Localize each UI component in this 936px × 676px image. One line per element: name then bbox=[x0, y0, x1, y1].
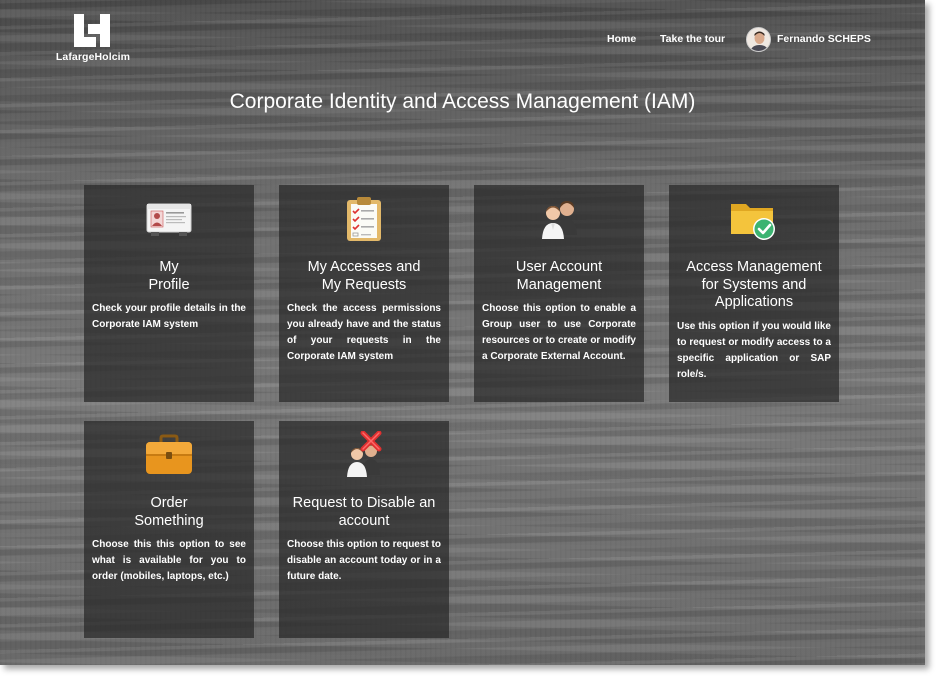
tile-description: Check the access permissions you already… bbox=[287, 303, 441, 362]
tile-description: Use this option if you would like to req… bbox=[677, 321, 831, 380]
tile-my-accesses[interactable]: My Accesses and My Requests Check the ac… bbox=[279, 185, 449, 402]
tile-access-management[interactable]: Access Management for Systems and Applic… bbox=[669, 185, 839, 402]
app-window: LafargeHolcim Home Take the tour Fernand… bbox=[0, 0, 925, 665]
nav-home-link[interactable]: Home bbox=[607, 33, 636, 45]
tile-request-disable-account[interactable]: Request to Disable an account Choose thi… bbox=[279, 421, 449, 638]
user-avatar-icon bbox=[747, 28, 770, 51]
tile-title: Access Management for Systems and Applic… bbox=[686, 259, 822, 310]
clipboard-checklist-icon bbox=[347, 197, 381, 241]
brand-logo[interactable]: LafargeHolcim bbox=[52, 14, 134, 66]
tile-order-something[interactable]: Order Something Choose this this option … bbox=[84, 421, 254, 638]
tile-title: My Profile bbox=[148, 259, 190, 293]
logo-mark-icon bbox=[74, 14, 110, 47]
tile-user-account-management[interactable]: User Account Management Choose this opti… bbox=[474, 185, 644, 402]
tile-title: My Accesses and My Requests bbox=[307, 259, 421, 293]
tile-title: Order Something bbox=[134, 495, 204, 529]
tile-title: Request to Disable an account bbox=[292, 495, 436, 529]
brand-name: LafargeHolcim bbox=[55, 51, 131, 63]
avatar[interactable] bbox=[746, 27, 771, 52]
tile-title: User Account Management bbox=[515, 259, 603, 293]
briefcase-icon bbox=[146, 434, 192, 474]
user-name[interactable]: Fernando SCHEPS bbox=[777, 33, 871, 45]
tile-description: Choose this this option to see what is a… bbox=[92, 539, 246, 582]
tile-description: Choose this option to enable a Group use… bbox=[482, 303, 636, 362]
nav-tour-link[interactable]: Take the tour bbox=[660, 33, 725, 45]
tile-description: Choose this option to request to disable… bbox=[287, 539, 441, 582]
tile-my-profile[interactable]: My Profile Check your profile details in… bbox=[84, 185, 254, 402]
tile-description: Check your profile details in the Corpor… bbox=[92, 303, 246, 330]
folder-check-icon bbox=[731, 204, 775, 240]
users-icon bbox=[542, 201, 577, 239]
users-remove-icon bbox=[347, 431, 382, 477]
id-card-icon bbox=[146, 203, 192, 236]
page-title: Corporate Identity and Access Management… bbox=[229, 90, 696, 113]
